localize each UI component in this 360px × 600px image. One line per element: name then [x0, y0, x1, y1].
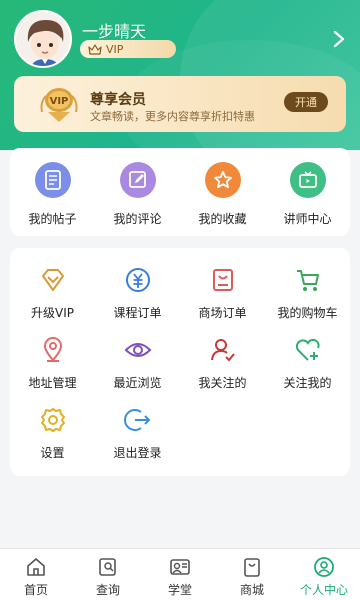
search-doc-icon [99, 558, 116, 576]
service-recent[interactable]: 最近浏览 [95, 336, 180, 391]
diamond-icon [41, 269, 64, 291]
course-order-icon [125, 268, 150, 292]
heart-plus-icon [295, 338, 320, 361]
user-check-icon [210, 339, 235, 362]
tv-icon [289, 162, 326, 198]
services-grid: 升级VIP 课程订单 商场订单 我的购物车 地址管理 最近浏览 我关注的 关注我… [10, 248, 350, 476]
quick-item-label: 我的评论 [113, 212, 162, 226]
settings-icon [40, 408, 65, 432]
crown-icon [88, 43, 102, 55]
bottom-tab-bar: 首页 查询 学堂 商城 个人中心 [0, 548, 360, 600]
school-icon [170, 559, 190, 575]
tab-home[interactable]: 首页 [0, 549, 72, 600]
profile-icon [314, 557, 334, 577]
avatar[interactable] [14, 10, 72, 68]
shop-order-icon [212, 269, 233, 291]
service-label: 我的购物车 [277, 306, 338, 320]
logout-icon [123, 409, 150, 431]
service-label: 设置 [40, 446, 65, 460]
service-label: 关注我的 [283, 376, 332, 390]
member-subtitle: 文章畅读，更多内容尊享折扣特惠 [90, 110, 255, 123]
cart-icon [296, 270, 319, 291]
service-address[interactable]: 地址管理 [10, 336, 95, 391]
location-icon [43, 337, 62, 362]
vip-crest-text: VIP [50, 96, 69, 107]
quick-actions: 我的帖子 我的评论 我的收藏 讲师中心 [10, 148, 350, 236]
service-label: 我关注的 [198, 376, 247, 390]
member-card[interactable]: VIP 尊享会员 文章畅读，更多内容尊享折扣特惠 开通 [14, 76, 346, 132]
service-upgrade-vip[interactable]: 升级VIP [10, 266, 95, 321]
tab-profile[interactable]: 个人中心 [288, 549, 360, 600]
vip-badge[interactable]: VIP [80, 40, 176, 58]
vip-crest-icon: VIP [38, 82, 80, 124]
service-label: 商场订单 [198, 306, 247, 320]
eye-icon [124, 343, 151, 357]
quick-item-posts[interactable]: 我的帖子 [13, 162, 93, 227]
tab-mall[interactable]: 商城 [216, 549, 288, 600]
tab-search[interactable]: 查询 [72, 549, 144, 600]
star-icon [204, 162, 241, 198]
member-title: 尊享会员 [90, 92, 146, 108]
tab-label: 个人中心 [299, 583, 348, 597]
service-following[interactable]: 我关注的 [180, 336, 265, 391]
quick-item-favorites[interactable]: 我的收藏 [183, 162, 263, 227]
service-cart[interactable]: 我的购物车 [265, 266, 350, 321]
profile-header: 一步晴天 VIP VIP 尊享会员 文章畅读，更多内容尊享折扣特惠 开通 [0, 0, 360, 150]
quick-item-label: 我的收藏 [198, 212, 247, 226]
quick-item-label: 讲师中心 [283, 212, 332, 226]
service-logout[interactable]: 退出登录 [95, 406, 180, 461]
service-label: 最近浏览 [113, 376, 162, 390]
open-membership-button[interactable]: 开通 [284, 92, 328, 112]
service-shop-orders[interactable]: 商场订单 [180, 266, 265, 321]
service-label: 地址管理 [28, 376, 77, 390]
tab-label: 查询 [95, 583, 120, 597]
service-label: 课程订单 [113, 306, 162, 320]
service-followers[interactable]: 关注我的 [265, 336, 350, 391]
quick-item-lecturer[interactable]: 讲师中心 [268, 162, 348, 227]
service-label: 退出登录 [113, 446, 162, 460]
username: 一步晴天 [82, 22, 147, 41]
edit-icon [119, 162, 156, 198]
service-settings[interactable]: 设置 [10, 406, 95, 461]
tab-label: 首页 [23, 583, 48, 597]
quick-item-comments[interactable]: 我的评论 [98, 162, 178, 227]
tab-label: 商城 [239, 583, 264, 597]
home-icon [27, 558, 45, 576]
service-label: 升级VIP [31, 306, 74, 320]
vip-badge-label: VIP [106, 42, 124, 56]
chevron-right-icon[interactable] [332, 30, 346, 48]
document-icon [34, 162, 71, 198]
service-course-orders[interactable]: 课程订单 [95, 266, 180, 321]
quick-item-label: 我的帖子 [28, 212, 77, 226]
bag-icon [244, 558, 260, 577]
tab-label: 学堂 [167, 583, 192, 597]
tab-school[interactable]: 学堂 [144, 549, 216, 600]
